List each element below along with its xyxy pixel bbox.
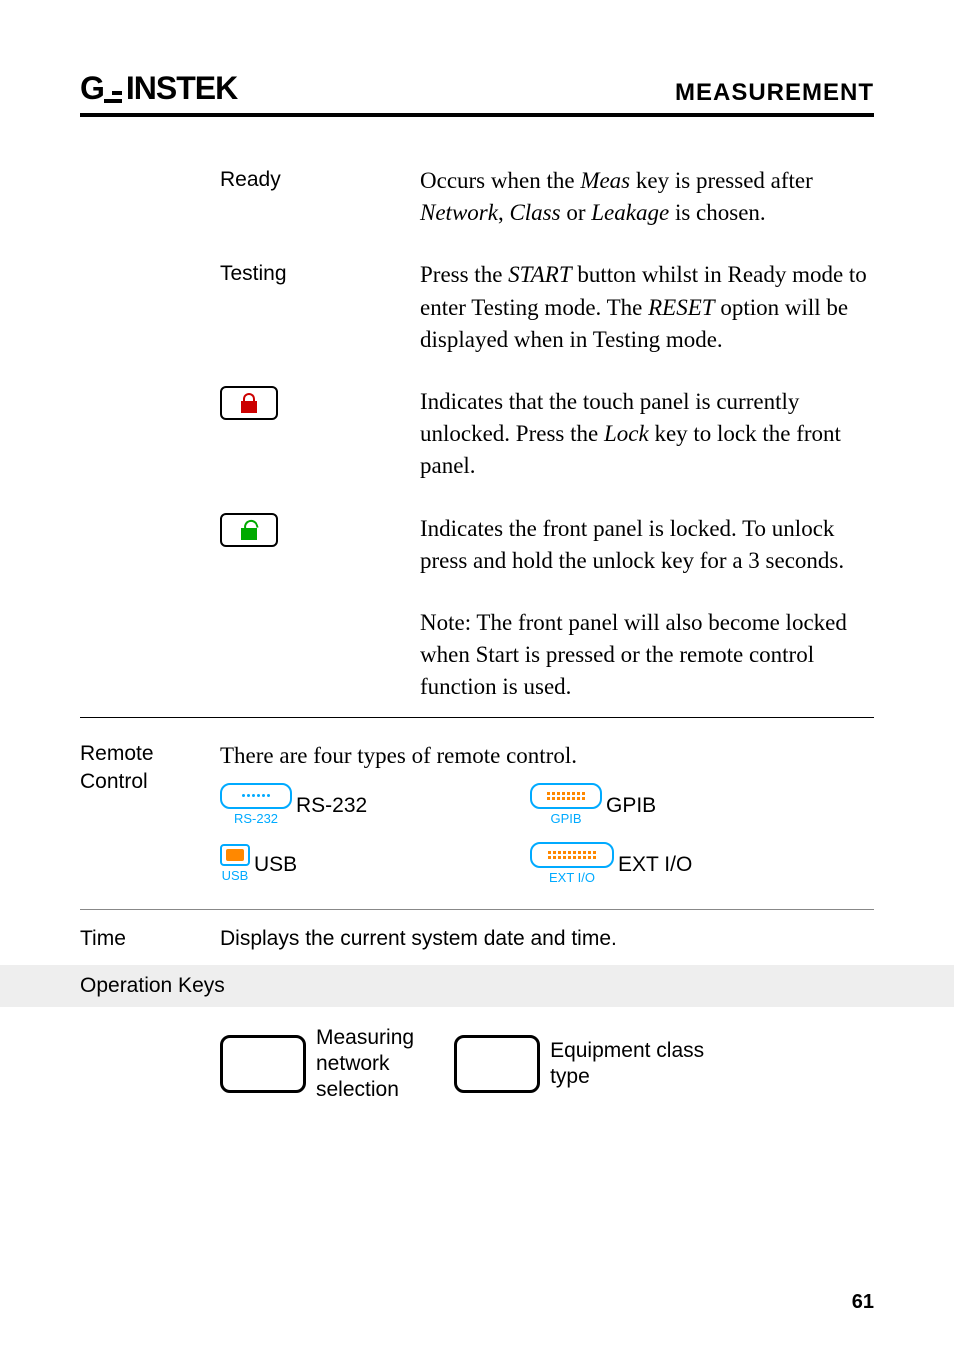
brand-logo: GINSTEK [80, 70, 237, 107]
status-row-note: Note: The front panel will also become l… [80, 607, 874, 704]
opkey-box-icon [220, 1035, 306, 1093]
status-row-locked: Indicates the front panel is locked. To … [80, 513, 874, 577]
remote-heading-1: Remote [80, 742, 154, 765]
opkey-label: Measuringnetworkselection [316, 1025, 414, 1104]
time-label: Time [80, 924, 220, 953]
remote-label: EXT I/O [618, 850, 692, 879]
operation-keys-heading: Operation Keys [0, 965, 954, 1006]
page-number: 61 [852, 1291, 874, 1314]
status-desc: Press the START button whilst in Ready m… [420, 259, 874, 356]
time-desc: Displays the current system date and tim… [220, 924, 874, 953]
remote-usb: USB USB [220, 842, 450, 887]
status-row-unlocked: Indicates that the touch panel is curren… [80, 386, 874, 483]
remote-control-section: Remote Control There are four types of r… [80, 740, 874, 887]
operation-keys-row: Measuringnetworkselection Equipment clas… [220, 1025, 874, 1104]
extio-port-icon: EXT I/O [530, 842, 614, 887]
rs232-port-icon: RS-232 [220, 783, 292, 828]
remote-heading-2: Control [80, 770, 148, 793]
usb-port-icon: USB [220, 844, 250, 885]
remote-rs232: RS-232 RS-232 [220, 783, 450, 828]
opkey-measuring-network: Measuringnetworkselection [220, 1025, 414, 1104]
status-label: Testing [220, 259, 420, 356]
remote-extio: EXT I/O EXT I/O [530, 842, 692, 887]
section-title: MEASUREMENT [675, 79, 874, 107]
opkey-equipment-class: Equipment classtype [454, 1025, 704, 1104]
status-row-ready: Ready Occurs when the Meas key is presse… [80, 165, 874, 229]
remote-gpib: GPIB GPIB [530, 783, 656, 828]
status-label: Ready [220, 165, 420, 229]
status-desc: Occurs when the Meas key is pressed afte… [420, 165, 874, 229]
remote-label: GPIB [606, 791, 656, 820]
opkey-label: Equipment classtype [550, 1038, 704, 1091]
status-row-testing: Testing Press the START button whilst in… [80, 259, 874, 356]
status-desc: Indicates that the touch panel is curren… [420, 386, 874, 483]
status-desc: Indicates the front panel is locked. To … [420, 513, 874, 577]
divider [80, 909, 874, 910]
content-area: Ready Occurs when the Meas key is presse… [80, 165, 874, 1104]
time-row: Time Displays the current system date an… [80, 924, 874, 953]
lock-closed-icon [220, 513, 278, 547]
remote-label: RS-232 [296, 791, 367, 820]
gpib-port-icon: GPIB [530, 783, 602, 828]
remote-label: USB [254, 850, 297, 879]
page-header: GINSTEK MEASUREMENT [80, 70, 874, 117]
opkey-box-icon [454, 1035, 540, 1093]
lock-open-icon [220, 386, 278, 420]
remote-grid: RS-232 RS-232 GPIB GPIB USB U [220, 783, 874, 887]
remote-intro: There are four types of remote control. [220, 740, 874, 772]
status-desc: Note: The front panel will also become l… [420, 607, 874, 704]
divider [80, 717, 874, 718]
